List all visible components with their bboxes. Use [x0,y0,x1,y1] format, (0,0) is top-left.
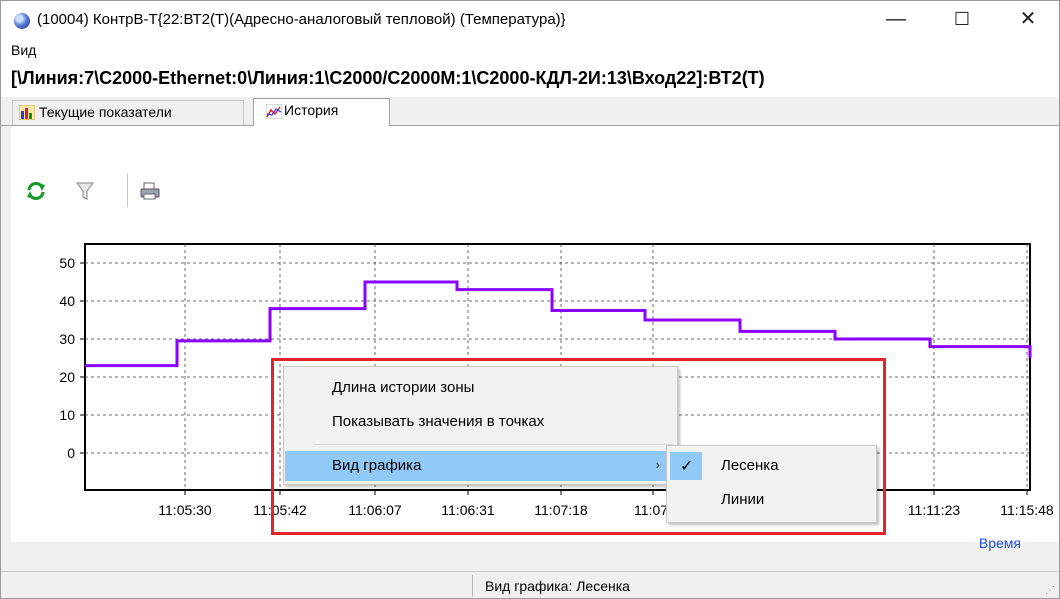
x-tick-label: 11:11:23 [908,502,961,518]
y-tick-label: 50 [59,255,75,271]
status-bar: Вид графика: Лесенка ⋰ [1,571,1059,598]
status-separator [472,575,473,597]
highlight-frame [271,358,886,535]
status-text: Вид графика: Лесенка [485,578,630,594]
x-tick-label: 11:05:30 [158,502,212,518]
x-axis-label: Время [979,535,1021,551]
y-tick-label: 10 [59,407,75,423]
y-tick-label: 20 [59,369,75,385]
y-tick-label: 40 [59,293,75,309]
y-tick-label: 0 [67,445,75,461]
resize-grip[interactable]: ⋰ [1045,585,1055,596]
x-tick-label: 11:15:48 [1000,502,1054,518]
y-tick-label: 30 [59,331,75,347]
